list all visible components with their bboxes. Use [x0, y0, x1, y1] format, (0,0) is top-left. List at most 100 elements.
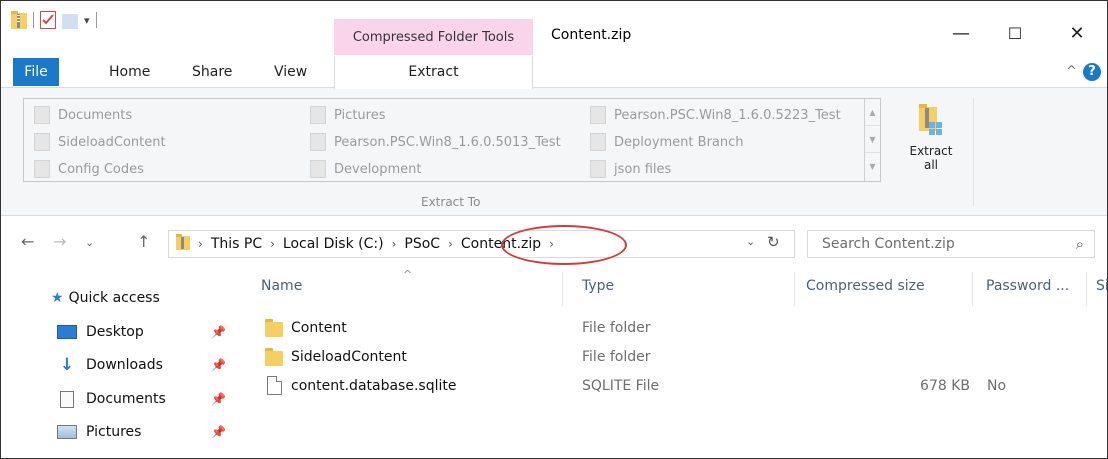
- tab-share[interactable]: Share: [192, 56, 232, 88]
- search-input[interactable]: Search Content.zip ⌕: [807, 230, 1095, 258]
- pin-icon[interactable]: 📌: [211, 325, 226, 339]
- collapse-ribbon-icon[interactable]: ^: [1066, 64, 1077, 79]
- ribbon-tabs: File Home Share View Extract ^ ?: [1, 56, 1107, 89]
- breadcrumb-separator[interactable]: ›: [392, 237, 397, 251]
- help-icon[interactable]: ?: [1083, 63, 1101, 81]
- gallery-item[interactable]: Pearson.PSC.Win8_1.6.0.5223_Test: [590, 104, 841, 126]
- gallery-item[interactable]: Pearson.PSC.Win8_1.6.0.5013_Test: [310, 131, 561, 153]
- gallery-scrollbar[interactable]: ▲ ▼ ▼: [864, 99, 880, 181]
- gallery-item[interactable]: SideloadContent: [34, 131, 166, 153]
- customize-qat-icon[interactable]: ▾: [84, 14, 90, 27]
- back-button[interactable]: ←: [21, 232, 34, 251]
- column-header-type[interactable]: Type: [582, 278, 614, 294]
- breadcrumb-psoc[interactable]: PSoC: [404, 236, 440, 252]
- search-icon[interactable]: ⌕: [1076, 231, 1084, 257]
- tab-extract[interactable]: Extract: [334, 56, 533, 89]
- nav-item-pictures[interactable]: Pictures: [57, 419, 141, 445]
- breadcrumb-this-pc[interactable]: This PC: [211, 236, 262, 252]
- file-name: Content: [291, 320, 347, 336]
- nav-label: Downloads: [86, 357, 163, 373]
- breadcrumb-separator[interactable]: ›: [198, 237, 203, 251]
- file-type: File folder: [582, 349, 651, 365]
- documents-icon: [34, 106, 50, 124]
- up-button[interactable]: ↑: [137, 232, 150, 251]
- gallery-item[interactable]: Documents: [34, 104, 132, 126]
- file-row[interactable]: content.database.sqlite SQLITE File 678 …: [260, 373, 1090, 401]
- file-icon: [267, 376, 282, 395]
- close-button[interactable]: ✕: [1057, 21, 1097, 47]
- quick-access-toolbar: ▾: [11, 9, 97, 31]
- nav-label: Documents: [86, 391, 166, 407]
- file-row[interactable]: Content File folder: [260, 315, 1090, 343]
- pin-icon[interactable]: 📌: [211, 425, 226, 439]
- folder-icon: [34, 133, 50, 151]
- folder-icon: [590, 106, 606, 124]
- nav-label: Quick access: [68, 290, 160, 306]
- nav-item-documents[interactable]: Documents: [57, 386, 166, 412]
- scroll-up-icon[interactable]: ▲: [865, 99, 880, 126]
- folder-icon: [310, 160, 326, 178]
- column-header-size[interactable]: Si: [1096, 278, 1107, 294]
- properties-icon[interactable]: [40, 11, 56, 29]
- gallery-item[interactable]: Deployment Branch: [590, 131, 744, 153]
- column-header-name[interactable]: Name: [261, 278, 302, 294]
- gallery-expand-icon[interactable]: ▼: [865, 153, 880, 180]
- recent-locations-icon[interactable]: ⌄: [85, 236, 94, 249]
- extract-to-group-label: Extract To: [421, 195, 481, 209]
- file-row[interactable]: SideloadContent File folder: [260, 344, 1090, 372]
- tab-file[interactable]: File: [13, 58, 59, 86]
- navigation-pane: ★ Quick access Desktop 📌 ↓ Downloads 📌 D…: [1, 268, 246, 458]
- file-list: ^ Name Type Compressed size Password ...…: [246, 268, 1107, 458]
- folder-icon: [34, 160, 50, 178]
- file-type: SQLITE File: [582, 378, 660, 394]
- file-type: File folder: [582, 320, 651, 336]
- breadcrumb-separator[interactable]: ›: [270, 237, 275, 251]
- scroll-down-icon[interactable]: ▼: [865, 126, 880, 153]
- download-icon: ↓: [59, 355, 75, 375]
- gallery-item[interactable]: Pictures: [310, 104, 385, 126]
- column-divider[interactable]: [562, 272, 563, 306]
- forward-button[interactable]: →: [53, 232, 66, 251]
- nav-item-downloads[interactable]: ↓ Downloads: [57, 352, 163, 378]
- gallery-item[interactable]: json files: [590, 158, 671, 180]
- column-header-password[interactable]: Password ...: [986, 278, 1069, 294]
- column-divider[interactable]: [794, 272, 795, 306]
- breadcrumb-separator[interactable]: ›: [448, 237, 453, 251]
- nav-item-quick-access[interactable]: ★ Quick access: [51, 285, 160, 311]
- file-name: content.database.sqlite: [291, 378, 457, 394]
- title-bar: ▾ Compressed Folder Tools Content.zip — …: [1, 1, 1107, 56]
- nav-label: Pictures: [86, 424, 142, 440]
- tab-home[interactable]: Home: [109, 56, 150, 88]
- explorer-window: ▾ Compressed Folder Tools Content.zip — …: [0, 0, 1108, 459]
- address-dropdown-icon[interactable]: ⌄: [746, 235, 755, 248]
- column-divider[interactable]: [972, 272, 973, 306]
- sort-ascending-icon: ^: [403, 268, 413, 281]
- folder-icon: [590, 160, 606, 178]
- column-header-compressed-size[interactable]: Compressed size: [806, 278, 925, 294]
- compressed-folder-tools-label: Compressed Folder Tools: [334, 19, 533, 55]
- nav-label: Desktop: [86, 324, 144, 340]
- tab-view[interactable]: View: [274, 56, 307, 88]
- refresh-icon[interactable]: ↻: [767, 233, 780, 251]
- breadcrumb-local-disk[interactable]: Local Disk (C:): [283, 236, 384, 252]
- window-title: Content.zip: [551, 27, 632, 43]
- column-divider[interactable]: [1086, 272, 1087, 306]
- maximize-button[interactable]: ☐: [995, 21, 1035, 47]
- pin-icon[interactable]: 📌: [211, 392, 226, 406]
- pictures-icon: [310, 106, 326, 124]
- folder-icon: [310, 133, 326, 151]
- pin-icon[interactable]: 📌: [211, 358, 226, 372]
- extract-all-button[interactable]: Extract all: [893, 98, 969, 188]
- gallery-item[interactable]: Config Codes: [34, 158, 144, 180]
- address-bar[interactable]: › This PC › Local Disk (C:) › PSoC › Con…: [168, 230, 795, 258]
- star-icon: ★: [51, 290, 64, 306]
- nav-item-desktop[interactable]: Desktop: [57, 319, 144, 345]
- group-separator: [973, 98, 974, 206]
- minimize-button[interactable]: —: [941, 21, 981, 47]
- new-folder-icon[interactable]: [62, 11, 78, 29]
- pictures-icon: [57, 425, 77, 439]
- gallery-item[interactable]: Development: [310, 158, 422, 180]
- zip-folder-icon: [176, 234, 190, 254]
- file-name: SideloadContent: [291, 349, 407, 365]
- zip-folder-icon: [11, 11, 27, 29]
